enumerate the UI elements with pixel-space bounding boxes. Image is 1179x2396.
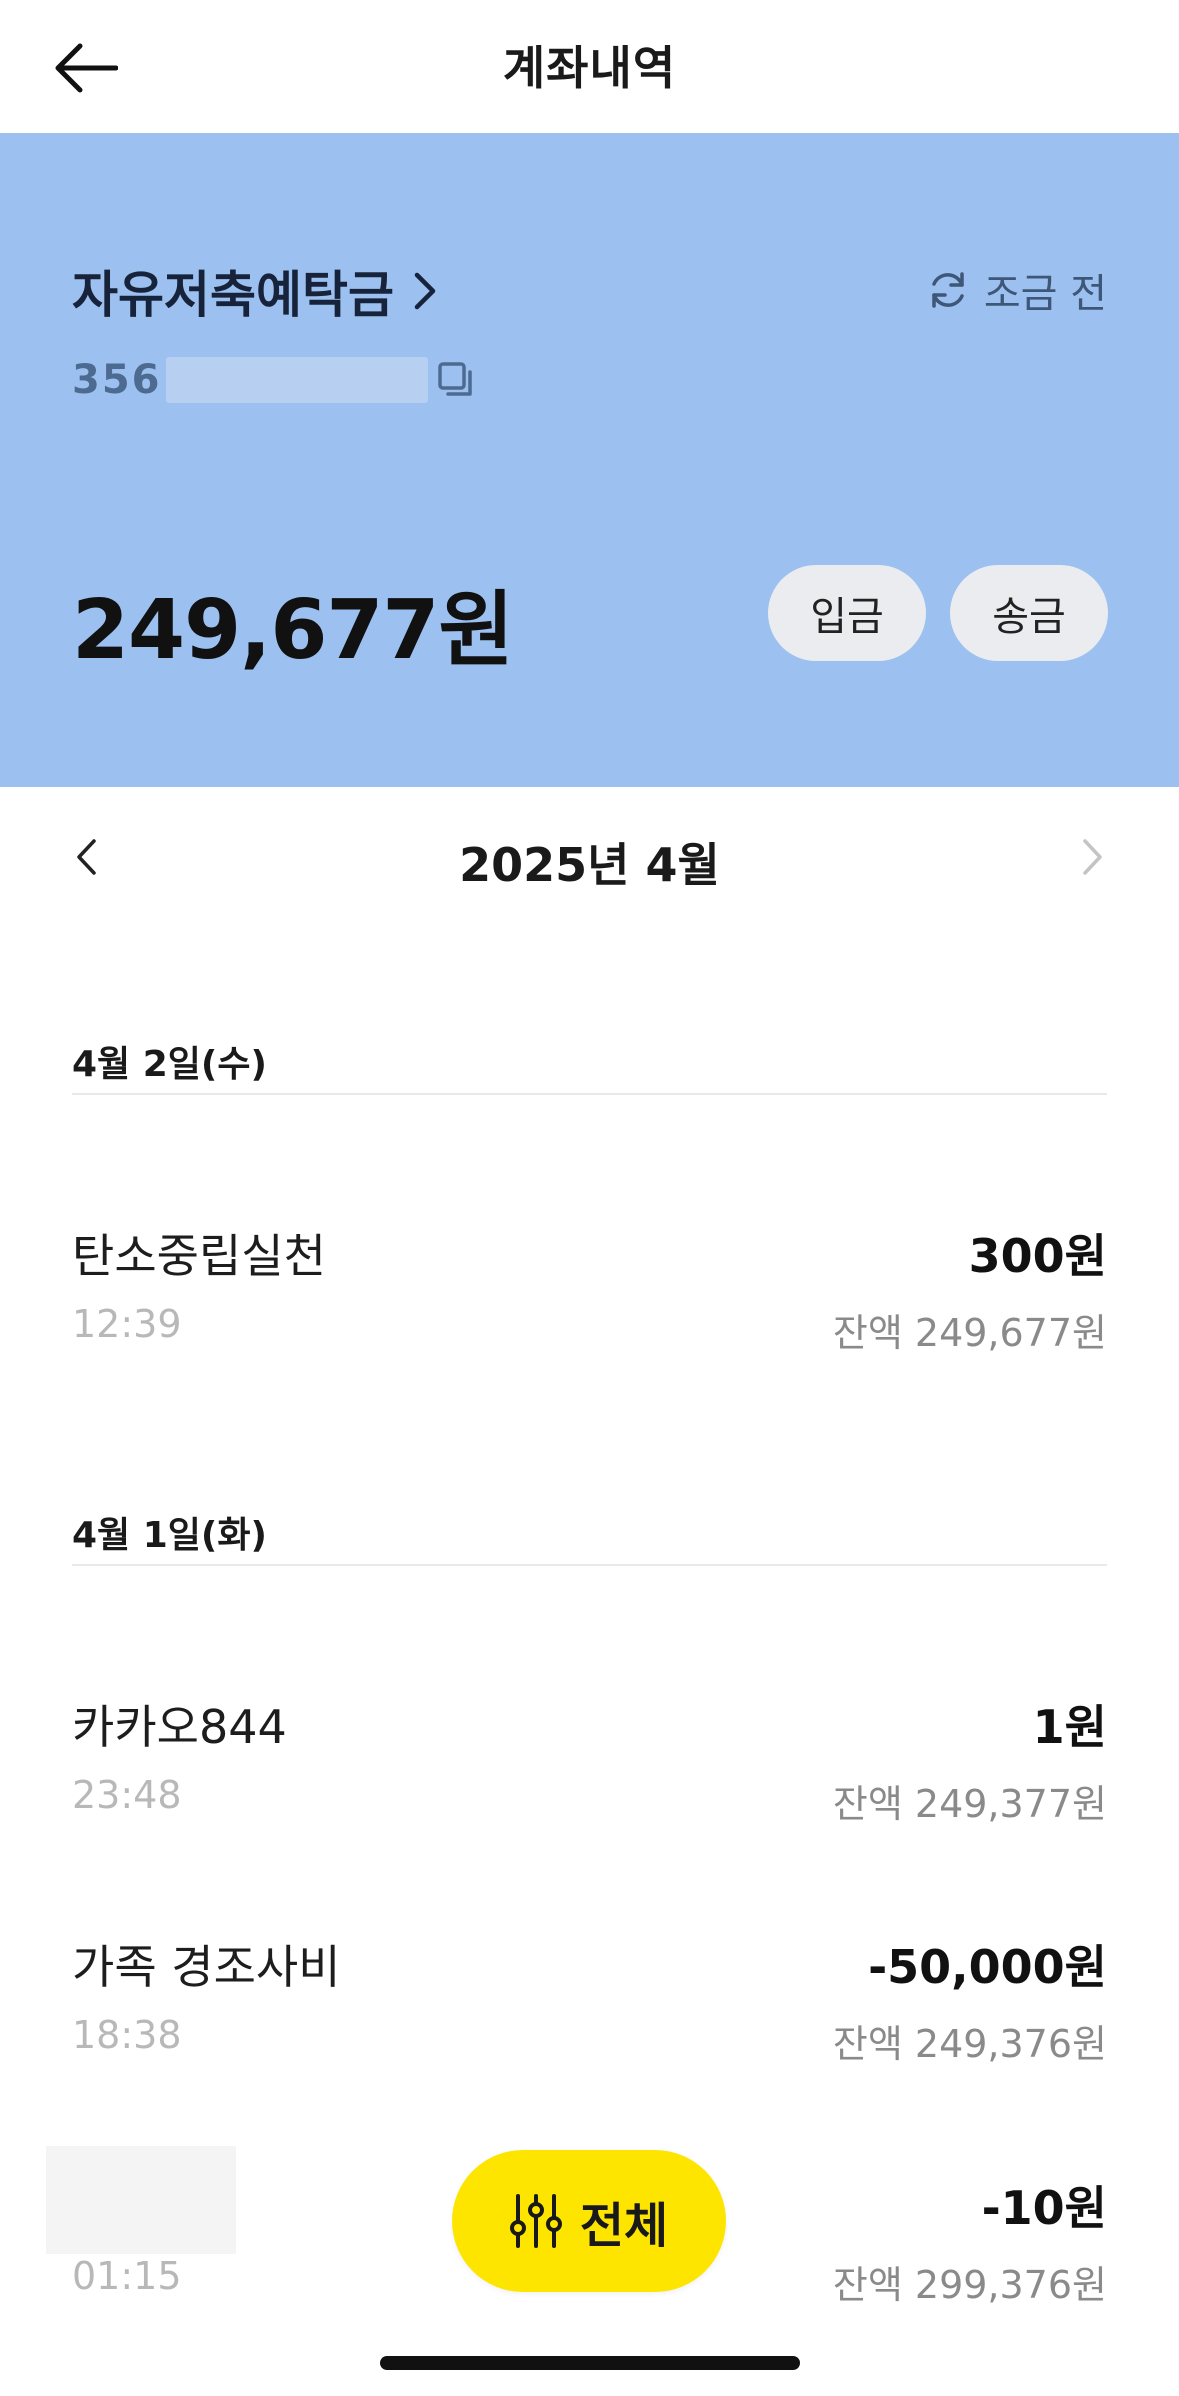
- transaction-balance: 잔액 249,677원: [832, 1311, 1107, 1355]
- chevron-right-icon: [414, 272, 436, 310]
- transaction-row[interactable]: 가족 경조사비 18:38 -50,000원 잔액 249,376원: [72, 1931, 1107, 2081]
- transfer-button[interactable]: 송금: [950, 565, 1108, 661]
- transaction-time: 01:15: [72, 2254, 182, 2298]
- account-name-link[interactable]: 자유저축예탁금: [72, 255, 438, 327]
- month-navigator: 2025년 4월: [0, 787, 1179, 927]
- account-number-mask: [165, 357, 428, 403]
- transaction-name: 탄소중립실천: [72, 1229, 326, 1283]
- transaction-balance: 잔액 299,376원: [832, 2263, 1107, 2307]
- day-header: 4월 2일(수): [72, 1035, 1107, 1095]
- transaction-amount: 300원: [968, 1229, 1107, 1283]
- day-header: 4월 1일(화): [72, 1506, 1107, 1566]
- transaction-balance: 잔액 249,377원: [832, 1782, 1107, 1826]
- transaction-time: 23:48: [72, 1773, 182, 1817]
- transaction-row[interactable]: 카카오844 23:48 1원 잔액 249,377원: [72, 1691, 1107, 1841]
- transaction-time: 12:39: [72, 1302, 182, 1346]
- transaction-row[interactable]: 탄소중립실천 12:39 300원 잔액 249,677원: [72, 1220, 1107, 1370]
- transaction-time: 18:38: [72, 2013, 182, 2057]
- redacted-transaction-name: [46, 2146, 236, 2254]
- transaction-name: 카카오844: [72, 1700, 287, 1754]
- top-bar: 계좌내역: [0, 0, 1179, 133]
- account-summary-card: 자유저축예탁금 조금 전 356 249,677원 입금 송금: [0, 133, 1179, 787]
- account-balance: 249,677원: [72, 583, 514, 678]
- page-title: 계좌내역: [502, 41, 677, 95]
- account-name: 자유저축예탁금: [72, 266, 394, 324]
- refresh-label: 조금 전: [983, 271, 1107, 317]
- deposit-button[interactable]: 입금: [768, 565, 926, 661]
- transaction-amount: 1원: [1032, 1700, 1107, 1754]
- filter-label: 전체: [579, 2198, 669, 2254]
- chevron-right-icon: [1083, 839, 1102, 875]
- sliders-icon: [509, 2194, 562, 2248]
- account-number: 356: [72, 357, 162, 403]
- next-month-button[interactable]: [1063, 827, 1123, 887]
- account-number-row: 356: [72, 357, 476, 403]
- refresh-icon: [932, 272, 964, 308]
- month-label: 2025년 4월: [459, 838, 720, 892]
- transaction-name: 가족 경조사비: [72, 1940, 341, 1994]
- refresh-button[interactable]: 조금 전: [926, 261, 1107, 319]
- copy-account-number-button[interactable]: [436, 360, 476, 400]
- filter-button[interactable]: 전체: [452, 2150, 726, 2292]
- transaction-amount: -50,000원: [868, 1940, 1107, 1994]
- copy-icon: [437, 362, 472, 396]
- transaction-balance: 잔액 249,376원: [832, 2022, 1107, 2066]
- transaction-amount: -10원: [981, 2181, 1107, 2235]
- home-indicator: [380, 2356, 800, 2370]
